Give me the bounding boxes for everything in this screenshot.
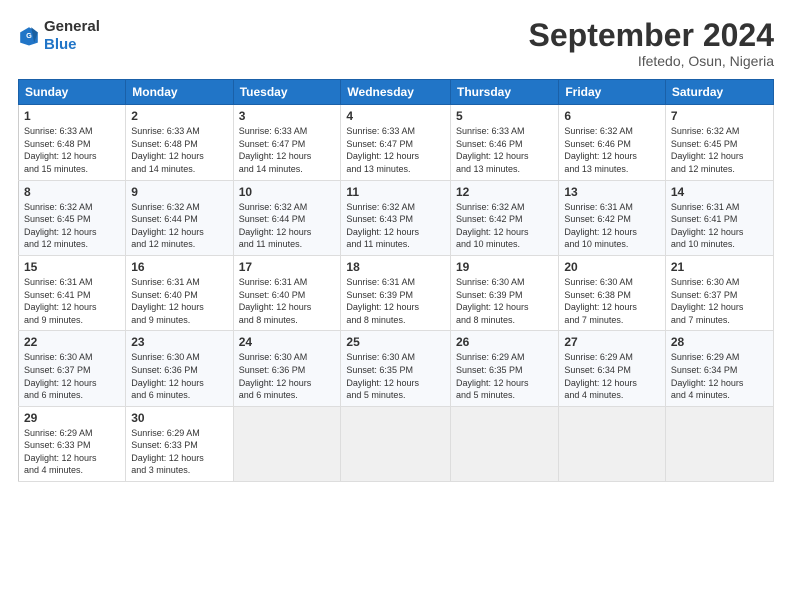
empty-cell-1 bbox=[233, 406, 341, 481]
empty-cell-5 bbox=[665, 406, 773, 481]
calendar-week-1: 1 Sunrise: 6:33 AMSunset: 6:48 PMDayligh… bbox=[19, 105, 774, 180]
day-24: 24 Sunrise: 6:30 AMSunset: 6:36 PMDaylig… bbox=[233, 331, 341, 406]
logo: G General Blue bbox=[18, 18, 100, 54]
calendar-week-4: 22 Sunrise: 6:30 AMSunset: 6:37 PMDaylig… bbox=[19, 331, 774, 406]
day-22: 22 Sunrise: 6:30 AMSunset: 6:37 PMDaylig… bbox=[19, 331, 126, 406]
header: G General Blue September 2024 Ifetedo, O… bbox=[18, 18, 774, 69]
day-2: 2 Sunrise: 6:33 AMSunset: 6:48 PMDayligh… bbox=[126, 105, 233, 180]
empty-cell-4 bbox=[559, 406, 666, 481]
empty-cell-2 bbox=[341, 406, 451, 481]
col-wednesday: Wednesday bbox=[341, 80, 451, 105]
calendar-header-row: Sunday Monday Tuesday Wednesday Thursday… bbox=[19, 80, 774, 105]
day-28: 28 Sunrise: 6:29 AMSunset: 6:34 PMDaylig… bbox=[665, 331, 773, 406]
empty-cell-3 bbox=[451, 406, 559, 481]
day-15: 15 Sunrise: 6:31 AMSunset: 6:41 PMDaylig… bbox=[19, 255, 126, 330]
day-13: 13 Sunrise: 6:31 AMSunset: 6:42 PMDaylig… bbox=[559, 180, 666, 255]
col-thursday: Thursday bbox=[451, 80, 559, 105]
col-saturday: Saturday bbox=[665, 80, 773, 105]
month-title: September 2024 bbox=[529, 18, 774, 53]
day-19: 19 Sunrise: 6:30 AMSunset: 6:39 PMDaylig… bbox=[451, 255, 559, 330]
day-6: 6 Sunrise: 6:32 AMSunset: 6:46 PMDayligh… bbox=[559, 105, 666, 180]
day-5: 5 Sunrise: 6:33 AMSunset: 6:46 PMDayligh… bbox=[451, 105, 559, 180]
day-3: 3 Sunrise: 6:33 AMSunset: 6:47 PMDayligh… bbox=[233, 105, 341, 180]
calendar-table: Sunday Monday Tuesday Wednesday Thursday… bbox=[18, 79, 774, 482]
location-subtitle: Ifetedo, Osun, Nigeria bbox=[529, 53, 774, 69]
day-16: 16 Sunrise: 6:31 AMSunset: 6:40 PMDaylig… bbox=[126, 255, 233, 330]
col-friday: Friday bbox=[559, 80, 666, 105]
day-4: 4 Sunrise: 6:33 AMSunset: 6:47 PMDayligh… bbox=[341, 105, 451, 180]
logo-general-text: General bbox=[44, 18, 100, 35]
day-1: 1 Sunrise: 6:33 AMSunset: 6:48 PMDayligh… bbox=[19, 105, 126, 180]
col-sunday: Sunday bbox=[19, 80, 126, 105]
calendar-week-3: 15 Sunrise: 6:31 AMSunset: 6:41 PMDaylig… bbox=[19, 255, 774, 330]
day-12: 12 Sunrise: 6:32 AMSunset: 6:42 PMDaylig… bbox=[451, 180, 559, 255]
page: G General Blue September 2024 Ifetedo, O… bbox=[0, 0, 792, 612]
day-9: 9 Sunrise: 6:32 AMSunset: 6:44 PMDayligh… bbox=[126, 180, 233, 255]
title-block: September 2024 Ifetedo, Osun, Nigeria bbox=[529, 18, 774, 69]
day-21: 21 Sunrise: 6:30 AMSunset: 6:37 PMDaylig… bbox=[665, 255, 773, 330]
col-monday: Monday bbox=[126, 80, 233, 105]
day-17: 17 Sunrise: 6:31 AMSunset: 6:40 PMDaylig… bbox=[233, 255, 341, 330]
day-18: 18 Sunrise: 6:31 AMSunset: 6:39 PMDaylig… bbox=[341, 255, 451, 330]
day-8: 8 Sunrise: 6:32 AMSunset: 6:45 PMDayligh… bbox=[19, 180, 126, 255]
day-26: 26 Sunrise: 6:29 AMSunset: 6:35 PMDaylig… bbox=[451, 331, 559, 406]
day-20: 20 Sunrise: 6:30 AMSunset: 6:38 PMDaylig… bbox=[559, 255, 666, 330]
day-11: 11 Sunrise: 6:32 AMSunset: 6:43 PMDaylig… bbox=[341, 180, 451, 255]
day-14: 14 Sunrise: 6:31 AMSunset: 6:41 PMDaylig… bbox=[665, 180, 773, 255]
calendar-week-5: 29 Sunrise: 6:29 AMSunset: 6:33 PMDaylig… bbox=[19, 406, 774, 481]
col-tuesday: Tuesday bbox=[233, 80, 341, 105]
day-29: 29 Sunrise: 6:29 AMSunset: 6:33 PMDaylig… bbox=[19, 406, 126, 481]
day-23: 23 Sunrise: 6:30 AMSunset: 6:36 PMDaylig… bbox=[126, 331, 233, 406]
day-7: 7 Sunrise: 6:32 AMSunset: 6:45 PMDayligh… bbox=[665, 105, 773, 180]
calendar-week-2: 8 Sunrise: 6:32 AMSunset: 6:45 PMDayligh… bbox=[19, 180, 774, 255]
logo-icon: G bbox=[18, 25, 40, 47]
day-27: 27 Sunrise: 6:29 AMSunset: 6:34 PMDaylig… bbox=[559, 331, 666, 406]
day-25: 25 Sunrise: 6:30 AMSunset: 6:35 PMDaylig… bbox=[341, 331, 451, 406]
logo-blue-text: Blue bbox=[44, 36, 77, 53]
day-10: 10 Sunrise: 6:32 AMSunset: 6:44 PMDaylig… bbox=[233, 180, 341, 255]
day-30: 30 Sunrise: 6:29 AMSunset: 6:33 PMDaylig… bbox=[126, 406, 233, 481]
svg-text:G: G bbox=[26, 31, 32, 40]
